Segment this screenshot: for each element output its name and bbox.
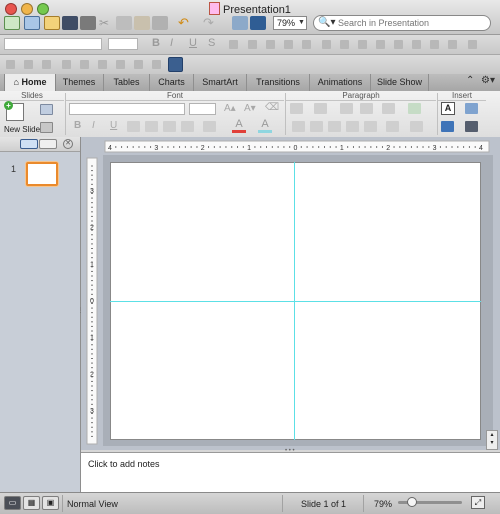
normal-view-button[interactable]: ▭ [4,496,21,510]
ruler-tick-label: 4 [108,145,112,152]
notes-placeholder[interactable]: Click to add notes [88,459,160,469]
status-zoom-value: 79% [374,499,393,509]
status-divider [363,495,364,512]
ruler-tick-label: 0 [294,145,298,152]
status-divider [62,495,63,512]
horizontal-ruler[interactable]: 4 3 2 1 0 1 2 3 4 [104,140,490,153]
zoom-slider[interactable] [398,497,462,507]
view-name: Normal View [67,499,118,509]
ruler-tick-label: 1 [340,145,344,152]
ruler-tick-label: 3 [433,145,437,152]
slide-count: Slide 1 of 1 [301,499,347,509]
slide-sorter-button[interactable]: ▦ [23,496,40,510]
zoom-slider-thumb[interactable] [407,497,417,507]
ruler-tick-label: 2 [386,145,390,152]
notes-pane[interactable]: Click to add notes [81,452,500,493]
fit-to-window-icon[interactable]: ⤢ [471,496,485,509]
ruler-tick-label: 2 [201,145,205,152]
status-divider [282,495,283,512]
vertical-ruler[interactable]: 3210123 [86,157,98,445]
ruler-tick-label: 4 [479,145,483,152]
slide-show-view-button[interactable]: ▣ [42,496,59,510]
status-bar: ▭ ▦ ▣ Normal View Slide 1 of 1 79% ⤢ [0,492,500,514]
slide-canvas[interactable] [110,162,481,440]
ruler-tick-label: 1 [247,145,251,152]
previous-next-slide-buttons[interactable]: ▴ ▾ [486,430,498,450]
ruler-tick-label: 3 [154,145,158,152]
horizontal-guide[interactable] [110,301,481,302]
